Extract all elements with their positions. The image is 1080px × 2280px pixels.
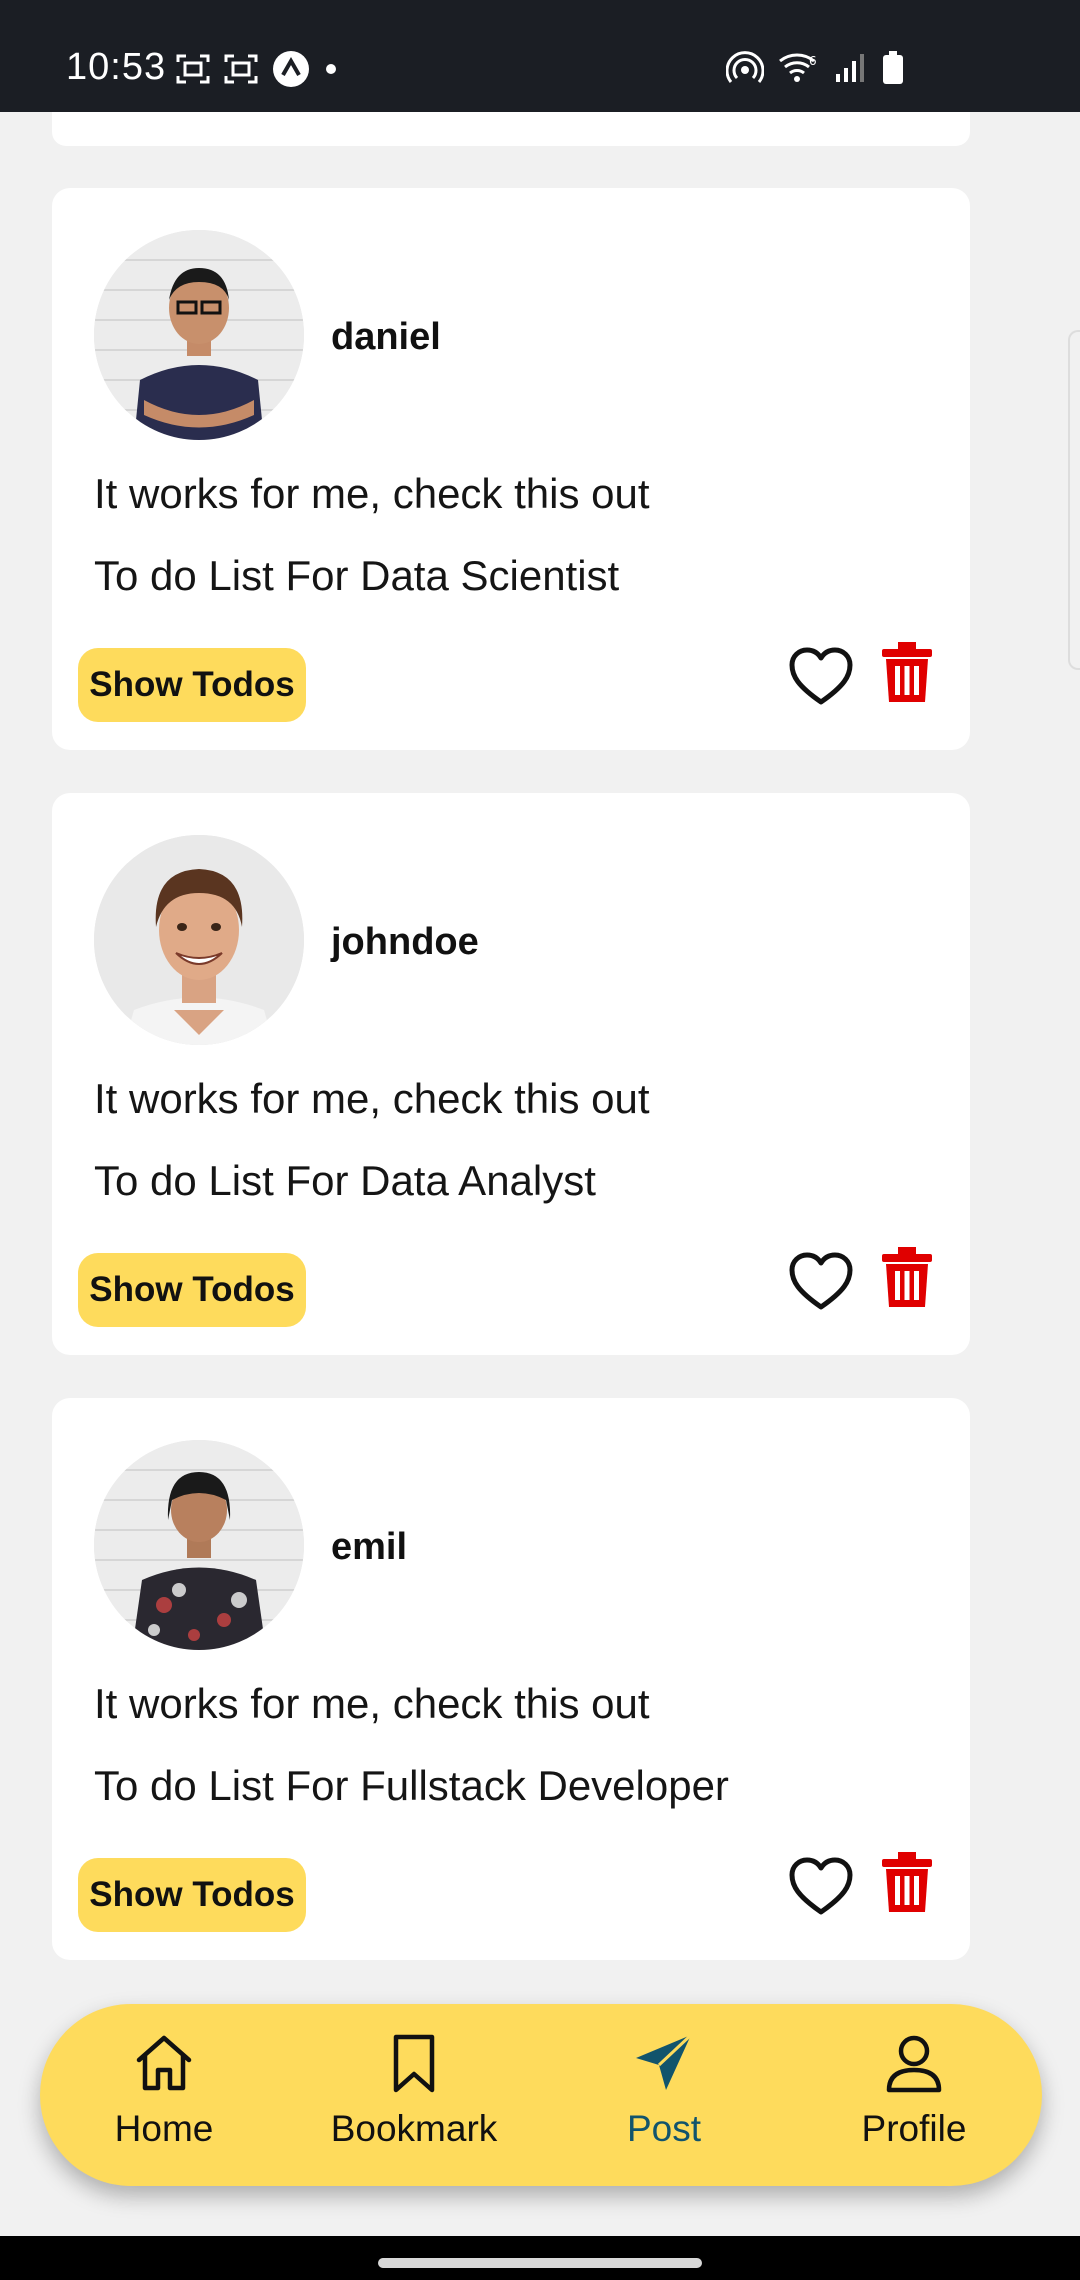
avatar[interactable] xyxy=(94,230,304,440)
nav-label-bookmark: Bookmark xyxy=(330,2108,498,2149)
nav-item-post[interactable]: Post xyxy=(564,2032,764,2162)
nav-label-profile: Profile xyxy=(861,2108,967,2149)
signal-icon xyxy=(836,54,864,82)
scrollbar-edge[interactable] xyxy=(1068,330,1080,670)
trash-icon[interactable] xyxy=(880,1852,934,1914)
status-time: 10:53 xyxy=(66,46,167,88)
screenshot-icon xyxy=(224,54,258,84)
nav-item-profile[interactable]: Profile xyxy=(814,2032,1014,2162)
heart-icon[interactable] xyxy=(788,646,854,706)
username[interactable]: emil xyxy=(331,1526,407,1569)
nav-label-post: Post xyxy=(626,2108,702,2149)
post-title: To do List For Fullstack Developer xyxy=(94,1762,729,1809)
post-caption: It works for me, check this out xyxy=(94,470,650,517)
bottom-nav: Home Bookmark Post Profile xyxy=(40,2004,1042,2186)
post-caption: It works for me, check this out xyxy=(94,1680,650,1727)
gesture-bar xyxy=(0,2236,1080,2280)
username[interactable]: daniel xyxy=(331,316,441,359)
avatar[interactable] xyxy=(94,1440,304,1650)
wifi-icon: 6 xyxy=(779,53,817,82)
show-todos-button[interactable]: Show Todos xyxy=(78,1858,306,1932)
nav-label-home: Home xyxy=(114,2108,214,2149)
post-card: johndoe It works for me, check this out … xyxy=(52,793,970,1355)
post-title: To do List For Data Scientist xyxy=(94,552,620,599)
trash-icon[interactable] xyxy=(880,642,934,704)
show-todos-button[interactable]: Show Todos xyxy=(78,648,306,722)
gesture-handle[interactable] xyxy=(378,2258,702,2268)
post-title: To do List For Data Analyst xyxy=(94,1157,596,1204)
profile-icon xyxy=(886,2035,942,2093)
post-caption: It works for me, check this out xyxy=(94,1075,650,1122)
home-icon xyxy=(136,2035,192,2091)
bookmark-icon xyxy=(393,2034,435,2093)
post-card: emil It works for me, check this out To … xyxy=(52,1398,970,1960)
dot-icon xyxy=(326,64,336,74)
heart-icon[interactable] xyxy=(788,1856,854,1916)
nav-item-bookmark[interactable]: Bookmark xyxy=(314,2032,514,2162)
username[interactable]: johndoe xyxy=(331,921,479,964)
battery-icon xyxy=(883,51,903,84)
previous-post-card-edge xyxy=(52,112,970,146)
screenshot-icon xyxy=(176,54,210,84)
heart-icon[interactable] xyxy=(788,1251,854,1311)
nav-item-home[interactable]: Home xyxy=(64,2032,264,2162)
hotspot-icon xyxy=(726,51,764,83)
status-right-icons: 6 xyxy=(726,50,904,86)
post-card: daniel It works for me, check this out T… xyxy=(52,188,970,750)
app-notification-icon xyxy=(273,51,309,87)
trash-icon[interactable] xyxy=(880,1247,934,1309)
show-todos-button[interactable]: Show Todos xyxy=(78,1253,306,1327)
status-left-icons xyxy=(176,50,338,88)
svg-text:6: 6 xyxy=(809,54,817,68)
status-bar: 10:53 6 xyxy=(0,0,1080,112)
avatar[interactable] xyxy=(94,835,304,1045)
send-icon xyxy=(636,2033,693,2090)
